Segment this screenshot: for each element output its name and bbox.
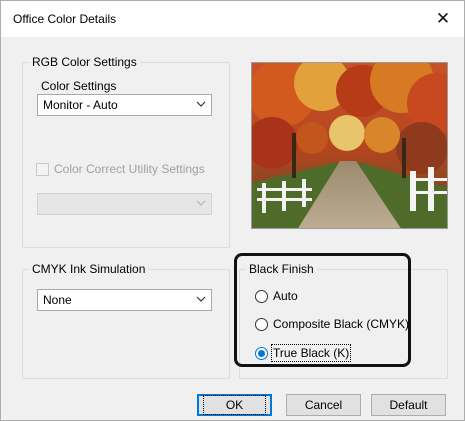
cmyk-ink-simulation-group: CMYK Ink Simulation (22, 262, 230, 379)
color-correct-utility-label: Color Correct Utility Settings (54, 162, 205, 176)
default-label: Default (389, 398, 428, 412)
dialog-title: Office Color Details (13, 12, 117, 26)
ok-button[interactable]: OK (197, 394, 272, 416)
rgb-group-label: RGB Color Settings (29, 55, 140, 70)
black-finish-highlight (234, 253, 411, 367)
cmyk-simulation-value: None (43, 293, 72, 307)
cmyk-simulation-dropdown[interactable]: None (37, 289, 212, 311)
chevron-down-icon (196, 101, 206, 107)
preview-image (251, 62, 448, 229)
color-settings-dropdown[interactable]: Monitor - Auto (37, 94, 212, 116)
cmyk-group-label: CMYK Ink Simulation (29, 262, 149, 277)
landscape-photo-icon (252, 63, 447, 228)
cancel-button[interactable]: Cancel (286, 394, 361, 416)
close-icon: ✕ (435, 9, 451, 28)
ok-label: OK (202, 395, 267, 415)
default-button[interactable]: Default (371, 394, 446, 416)
close-button[interactable]: ✕ (422, 1, 464, 37)
chevron-down-icon (196, 296, 206, 302)
cancel-label: Cancel (304, 398, 343, 412)
utility-settings-dropdown[interactable] (37, 193, 212, 215)
office-color-details-dialog: Office Color Details ✕ RGB Color Setting… (0, 0, 465, 421)
color-correct-utility-checkbox-row: Color Correct Utility Settings (36, 162, 205, 176)
color-settings-value: Monitor - Auto (43, 98, 118, 112)
chevron-down-icon (196, 200, 206, 206)
color-correct-utility-checkbox[interactable] (36, 162, 49, 176)
color-settings-label: Color Settings (41, 79, 117, 93)
title-bar: Office Color Details ✕ (1, 1, 464, 37)
